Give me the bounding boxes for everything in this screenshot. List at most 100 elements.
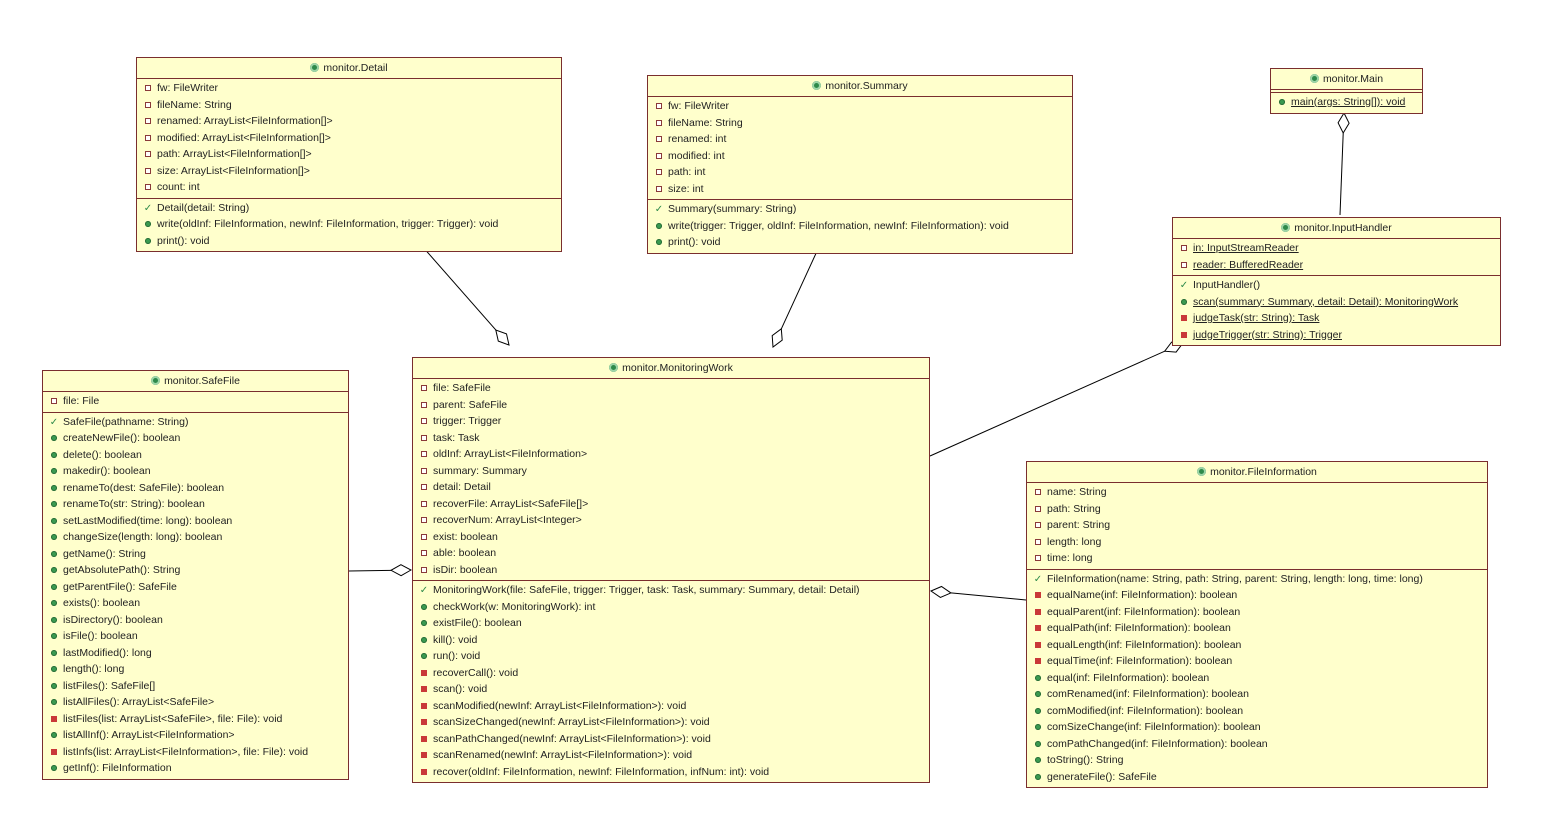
field-row[interactable]: time: long (1027, 550, 1487, 567)
method-row[interactable]: print(): void (137, 233, 561, 250)
method-row[interactable]: equalTime(inf: FileInformation): boolean (1027, 653, 1487, 670)
method-row[interactable]: checkWork(w: MonitoringWork): int (413, 599, 929, 616)
field-row[interactable]: fileName: String (137, 97, 561, 114)
field-row[interactable]: path: ArrayList<FileInformation[]> (137, 146, 561, 163)
field-row[interactable]: reader: BufferedReader (1173, 257, 1500, 274)
field-row[interactable]: file: SafeFile (413, 380, 929, 397)
field-row[interactable]: size: int (648, 181, 1072, 198)
method-row[interactable]: comRenamed(inf: FileInformation): boolea… (1027, 686, 1487, 703)
class-file-information[interactable]: monitor.FileInformation name: String path:… (1026, 461, 1488, 788)
method-row[interactable]: equalLength(inf: FileInformation): boole… (1027, 637, 1487, 654)
method-row[interactable]: createNewFile(): boolean (43, 430, 348, 447)
method-row[interactable]: ✓ SafeFile(pathname: String) (43, 414, 348, 431)
method-row[interactable]: recover(oldInf: FileInformation, newInf:… (413, 764, 929, 781)
method-row[interactable]: ✓ MonitoringWork(file: SafeFile, trigger:… (413, 582, 929, 599)
field-row[interactable]: parent: SafeFile (413, 397, 929, 414)
method-row[interactable]: delete(): boolean (43, 447, 348, 464)
field-row[interactable]: fw: FileWriter (137, 80, 561, 97)
method-row[interactable]: judgeTrigger(str: String): Trigger (1173, 327, 1500, 344)
method-text: recoverCall(): void (433, 666, 519, 679)
method-row[interactable]: write(trigger: Trigger, oldInf: FileInfo… (648, 218, 1072, 235)
field-row[interactable]: task: Task (413, 430, 929, 447)
method-row[interactable]: scanSizeChanged(newInf: ArrayList<FileIn… (413, 714, 929, 731)
field-row[interactable]: able: boolean (413, 545, 929, 562)
method-row[interactable]: existFile(): boolean (413, 615, 929, 632)
method-row[interactable]: listInfs(list: ArrayList<FileInformation… (43, 744, 348, 761)
method-row[interactable]: listFiles(): SafeFile[] (43, 678, 348, 695)
method-row[interactable]: equalPath(inf: FileInformation): boolean (1027, 620, 1487, 637)
field-row[interactable]: parent: String (1027, 517, 1487, 534)
field-row[interactable]: file: File (43, 393, 348, 410)
field-row[interactable]: size: ArrayList<FileInformation[]> (137, 163, 561, 180)
method-row[interactable]: main(args: String[]): void (1271, 94, 1422, 111)
method-row[interactable]: scanRenamed(newInf: ArrayList<FileInform… (413, 747, 929, 764)
field-row[interactable]: fileName: String (648, 115, 1072, 132)
method-row[interactable]: scanPathChanged(newInf: ArrayList<FileIn… (413, 731, 929, 748)
field-row[interactable]: path: String (1027, 501, 1487, 518)
method-row[interactable]: write(oldInf: FileInformation, newInf: F… (137, 216, 561, 233)
class-main[interactable]: monitor.Main main(args: String[]): void (1270, 68, 1423, 114)
method-row[interactable]: scanModified(newInf: ArrayList<FileInfor… (413, 698, 929, 715)
method-row[interactable]: ✓ FileInformation(name: String, path: Str… (1027, 571, 1487, 588)
method-row[interactable]: makedir(): boolean (43, 463, 348, 480)
method-row[interactable]: isDirectory(): boolean (43, 612, 348, 629)
field-row[interactable]: trigger: Trigger (413, 413, 929, 430)
method-row[interactable]: kill(): void (413, 632, 929, 649)
method-row[interactable]: getName(): String (43, 546, 348, 563)
method-row[interactable]: print(): void (648, 234, 1072, 251)
field-row[interactable]: modified: ArrayList<FileInformation[]> (137, 130, 561, 147)
method-text: equal(inf: FileInformation): boolean (1047, 671, 1210, 684)
method-row[interactable]: setLastModified(time: long): boolean (43, 513, 348, 530)
method-row[interactable]: comPathChanged(inf: FileInformation): bo… (1027, 736, 1487, 753)
method-row[interactable]: listFiles(list: ArrayList<SafeFile>, fil… (43, 711, 348, 728)
field-row[interactable]: detail: Detail (413, 479, 929, 496)
field-row[interactable]: renamed: ArrayList<FileInformation[]> (137, 113, 561, 130)
class-monitoring-work[interactable]: monitor.MonitoringWork file: SafeFile pare… (412, 357, 930, 783)
method-row[interactable]: toString(): String (1027, 752, 1487, 769)
method-row[interactable]: changeSize(length: long): boolean (43, 529, 348, 546)
field-row[interactable]: recoverFile: ArrayList<SafeFile[]> (413, 496, 929, 513)
method-row[interactable]: comSizeChange(inf: FileInformation): boo… (1027, 719, 1487, 736)
field-row[interactable]: recoverNum: ArrayList<Integer> (413, 512, 929, 529)
method-row[interactable]: getParentFile(): SafeFile (43, 579, 348, 596)
field-row[interactable]: name: String (1027, 484, 1487, 501)
method-row[interactable]: equalParent(inf: FileInformation): boole… (1027, 604, 1487, 621)
class-input-handler[interactable]: monitor.InputHandler in: InputStreamReade… (1172, 217, 1501, 346)
method-row[interactable]: equalName(inf: FileInformation): boolean (1027, 587, 1487, 604)
field-row[interactable]: in: InputStreamReader (1173, 240, 1500, 257)
field-row[interactable]: isDir: boolean (413, 562, 929, 579)
method-row[interactable]: renameTo(dest: SafeFile): boolean (43, 480, 348, 497)
method-row[interactable]: comModified(inf: FileInformation): boole… (1027, 703, 1487, 720)
method-row[interactable]: getAbsolutePath(): String (43, 562, 348, 579)
method-row[interactable]: length(): long (43, 661, 348, 678)
field-row[interactable]: path: int (648, 164, 1072, 181)
field-row[interactable]: oldInf: ArrayList<FileInformation> (413, 446, 929, 463)
class-summary[interactable]: monitor.Summary fw: FileWriter fileName: S… (647, 75, 1073, 254)
method-row[interactable]: generateFile(): SafeFile (1027, 769, 1487, 786)
method-row[interactable]: renameTo(str: String): boolean (43, 496, 348, 513)
method-row[interactable]: isFile(): boolean (43, 628, 348, 645)
method-row[interactable]: judgeTask(str: String): Task (1173, 310, 1500, 327)
field-row[interactable]: modified: int (648, 148, 1072, 165)
field-row[interactable]: summary: Summary (413, 463, 929, 480)
method-row[interactable]: recoverCall(): void (413, 665, 929, 682)
method-row[interactable]: lastModified(): long (43, 645, 348, 662)
field-row[interactable]: length: long (1027, 534, 1487, 551)
method-row[interactable]: run(): void (413, 648, 929, 665)
field-row[interactable]: exist: boolean (413, 529, 929, 546)
method-row[interactable]: scan(summary: Summary, detail: Detail): … (1173, 294, 1500, 311)
method-row[interactable]: listAllInf(): ArrayList<FileInformation> (43, 727, 348, 744)
method-row[interactable]: equal(inf: FileInformation): boolean (1027, 670, 1487, 687)
field-row[interactable]: fw: FileWriter (648, 98, 1072, 115)
method-row[interactable]: scan(): void (413, 681, 929, 698)
class-safe-file[interactable]: monitor.SafeFile file: File ✓ SafeFile(path… (42, 370, 349, 780)
method-row[interactable]: ✓ InputHandler() (1173, 277, 1500, 294)
class-detail[interactable]: monitor.Detail fw: FileWriter fileName: St… (136, 57, 562, 252)
method-row[interactable]: ✓ Summary(summary: String) (648, 201, 1072, 218)
method-row[interactable]: listAllFiles(): ArrayList<SafeFile> (43, 694, 348, 711)
method-row[interactable]: exists(): boolean (43, 595, 348, 612)
method-row[interactable]: getInf(): FileInformation (43, 760, 348, 777)
field-row[interactable]: renamed: int (648, 131, 1072, 148)
method-row[interactable]: ✓ Detail(detail: String) (137, 200, 561, 217)
field-row[interactable]: count: int (137, 179, 561, 196)
